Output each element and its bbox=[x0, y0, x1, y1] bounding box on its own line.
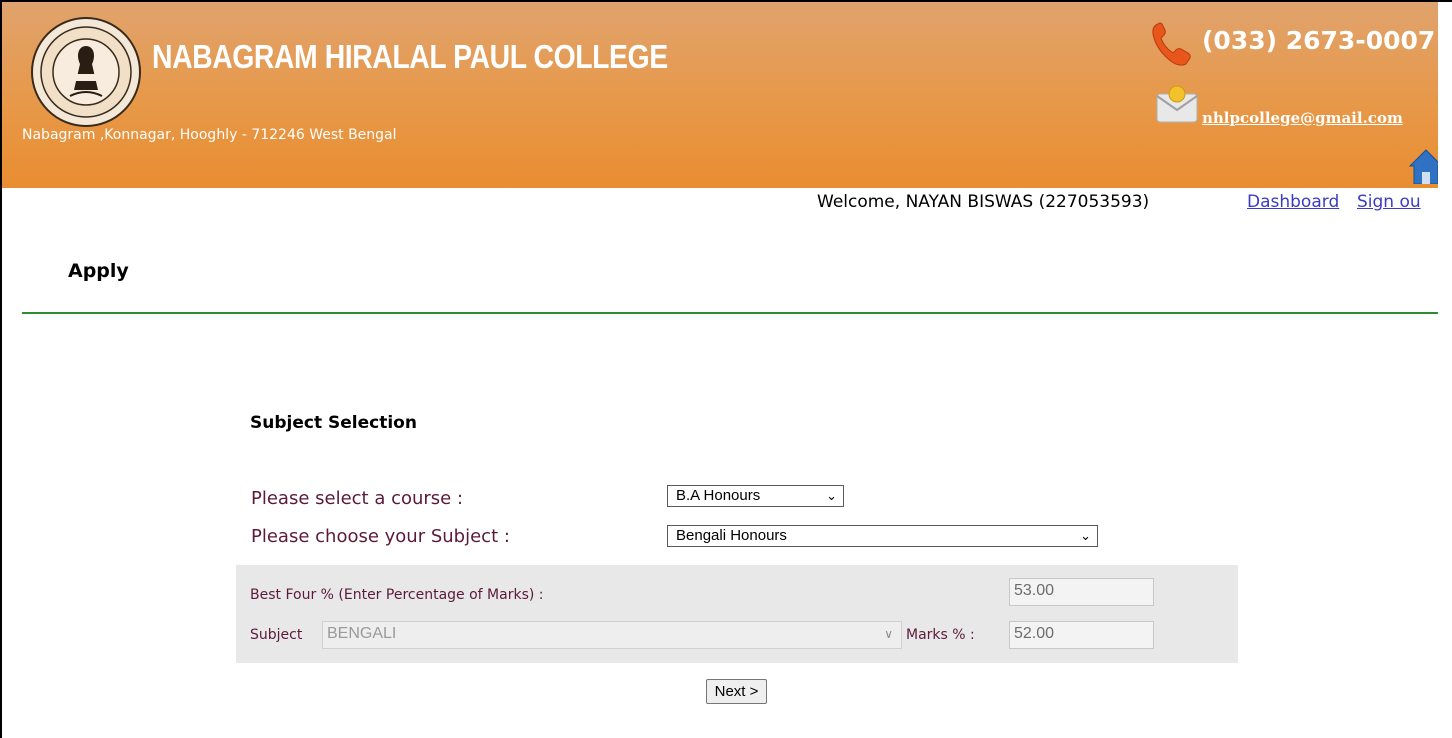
marks-subject-select[interactable]: BENGALI ∨ bbox=[322, 621, 902, 649]
mail-icon bbox=[1156, 85, 1198, 123]
chevron-down-icon: ⌄ bbox=[826, 488, 837, 503]
site-header: NABAGRAM HIRALAL PAUL COLLEGE Nabagram ,… bbox=[2, 2, 1438, 188]
best-four-label: Best Four % (Enter Percentage of Marks) … bbox=[250, 587, 544, 603]
welcome-message: Welcome, NAYAN BISWAS (227053593) bbox=[817, 192, 1150, 212]
course-select[interactable]: B.A Honours ⌄ bbox=[667, 485, 844, 507]
home-icon[interactable] bbox=[1408, 146, 1438, 184]
subject-select[interactable]: Bengali Honours ⌄ bbox=[667, 525, 1098, 547]
phone-icon bbox=[1152, 22, 1191, 66]
marks-subject-value: BENGALI bbox=[327, 625, 397, 642]
marks-subject-label: Subject bbox=[250, 627, 303, 643]
page-title: Apply bbox=[68, 260, 129, 282]
best-four-input[interactable]: 53.00 bbox=[1009, 578, 1154, 606]
next-button[interactable]: Next > bbox=[706, 679, 767, 704]
course-select-value: B.A Honours bbox=[676, 487, 761, 504]
dashboard-link[interactable]: Dashboard bbox=[1247, 192, 1339, 212]
sign-out-link[interactable]: Sign ou bbox=[1357, 192, 1421, 212]
college-address: Nabagram ,Konnagar, Hooghly - 712246 Wes… bbox=[22, 127, 397, 143]
section-title: Subject Selection bbox=[250, 413, 417, 433]
course-label: Please select a course : bbox=[251, 488, 464, 509]
college-name: NABAGRAM HIRALAL PAUL COLLEGE bbox=[152, 38, 668, 75]
marks-percent-input[interactable]: 52.00 bbox=[1009, 621, 1154, 649]
title-divider bbox=[22, 312, 1438, 314]
chevron-down-icon: ⌄ bbox=[1080, 528, 1091, 543]
subject-label: Please choose your Subject : bbox=[251, 526, 510, 547]
subject-select-value: Bengali Honours bbox=[676, 527, 787, 544]
marks-percent-label: Marks % : bbox=[906, 627, 975, 643]
chevron-down-icon: ∨ bbox=[884, 627, 893, 641]
marks-panel: Best Four % (Enter Percentage of Marks) … bbox=[236, 565, 1238, 663]
contact-email-link[interactable]: nhlpcollege@gmail.com bbox=[1202, 109, 1403, 127]
college-logo bbox=[31, 17, 141, 127]
contact-phone: (033) 2673-0007 bbox=[1202, 26, 1436, 55]
